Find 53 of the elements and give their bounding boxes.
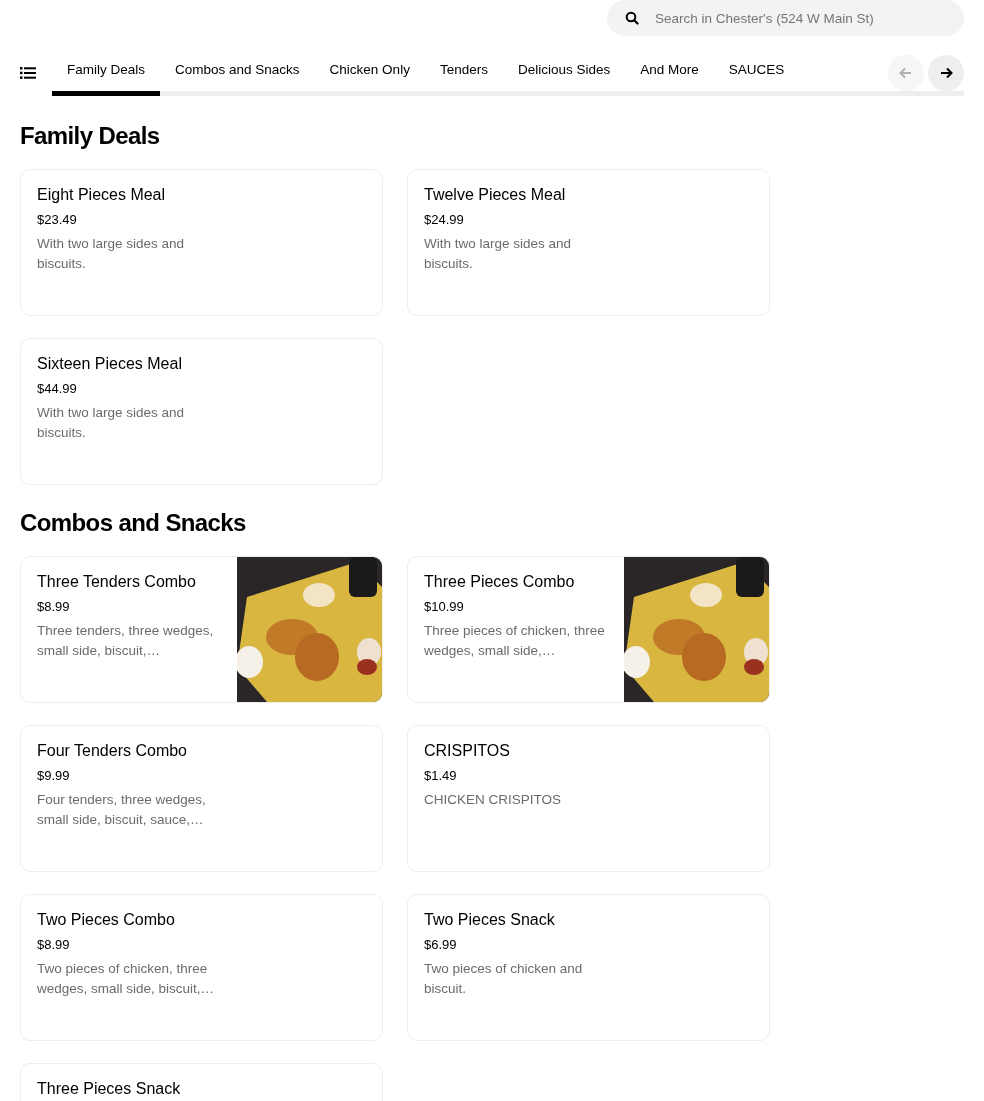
category-tab[interactable]: Chicken Only (314, 50, 425, 96)
item-price: $1.49 (424, 767, 458, 785)
menu-item-card[interactable]: Three Pieces Combo $10.99 Three pieces of chicken, three wedges, small side,… (407, 556, 770, 703)
item-description: Three pieces of chicken, three wedges, small side,… (424, 622, 606, 660)
item-price: $10.99 (424, 598, 465, 616)
item-description: Four tenders, three wedges, small side, biscuit, sauce,… (37, 791, 207, 829)
menu-item-card[interactable]: CRISPITOS $1.49 CHICKEN CRISPITOS (407, 725, 770, 872)
category-tab[interactable]: SAUCES (713, 50, 800, 96)
menu-item-card[interactable]: Sixteen Pieces Meal $44.99 With two large sides and biscuits. (20, 338, 383, 485)
item-name: Two Pieces Snack (424, 910, 556, 930)
menu-item-card[interactable]: Three Tenders Combo $8.99 Three tenders, three wedges, small side, biscuit,… (20, 556, 383, 703)
item-price: $24.99 (424, 211, 465, 229)
item-name: Sixteen Pieces Meal (37, 354, 183, 374)
scroll-forward-button[interactable] (928, 55, 964, 91)
category-tab[interactable]: Tenders (424, 50, 503, 96)
item-name: Two Pieces Combo (37, 910, 176, 930)
item-name: Three Pieces Snack (37, 1079, 182, 1099)
item-price: $6.99 (424, 936, 458, 954)
item-price: $23.49 (37, 211, 78, 229)
item-description: With two large sides and biscuits. (37, 235, 186, 273)
item-name: Eight Pieces Meal (37, 185, 167, 205)
item-price: $8.99 (37, 598, 71, 616)
arrow-right-icon (938, 65, 954, 81)
category-tab[interactable]: Family Deals (52, 50, 160, 96)
menu-item-card[interactable]: Three Pieces Snack (20, 1063, 383, 1101)
item-name: CRISPITOS (424, 741, 511, 761)
search-field[interactable]: Search in Chester's (524 W Main St) (607, 0, 964, 36)
item-description: With two large sides and biscuits. (37, 404, 186, 442)
item-name: Three Pieces Combo (424, 572, 576, 592)
item-name: Twelve Pieces Meal (424, 185, 567, 205)
menu-item-card[interactable]: Eight Pieces Meal $23.49 With two large sides and biscuits. (20, 169, 383, 316)
section-heading: Family Deals (20, 121, 161, 151)
category-tab[interactable]: Delicious Sides (502, 50, 626, 96)
item-description: Two pieces of chicken and biscuit. (424, 960, 584, 998)
menu-icon[interactable] (20, 66, 36, 80)
item-price: $44.99 (37, 380, 78, 398)
menu-item-card[interactable]: Two Pieces Combo $8.99 Two pieces of chicken, three wedges, small side, biscuit,… (20, 894, 383, 1041)
menu-item-card[interactable]: Four Tenders Combo $9.99 Four tenders, three wedges, small side, biscuit, sauce,… (20, 725, 383, 872)
item-description: Two pieces of chicken, three wedges, small side, biscuit,… (37, 960, 216, 998)
item-description: CHICKEN CRISPITOS (424, 791, 563, 809)
item-price: $9.99 (37, 767, 71, 785)
menu-item-card[interactable]: Two Pieces Snack $6.99 Two pieces of chicken and biscuit. (407, 894, 770, 1041)
item-price: $8.99 (37, 936, 71, 954)
category-tab[interactable]: Combos and Snacks (160, 50, 315, 96)
search-icon (625, 11, 639, 25)
item-description: With two large sides and biscuits. (424, 235, 573, 273)
item-name: Three Tenders Combo (37, 572, 197, 592)
section-heading: Combos and Snacks (20, 508, 247, 538)
arrow-left-icon (898, 65, 914, 81)
item-description: Three tenders, three wedges, small side, biscuit,… (37, 622, 215, 660)
menu-item-card[interactable]: Twelve Pieces Meal $24.99 With two large sides and biscuits. (407, 169, 770, 316)
category-tab[interactable]: And More (625, 50, 714, 96)
item-name: Four Tenders Combo (37, 741, 188, 761)
